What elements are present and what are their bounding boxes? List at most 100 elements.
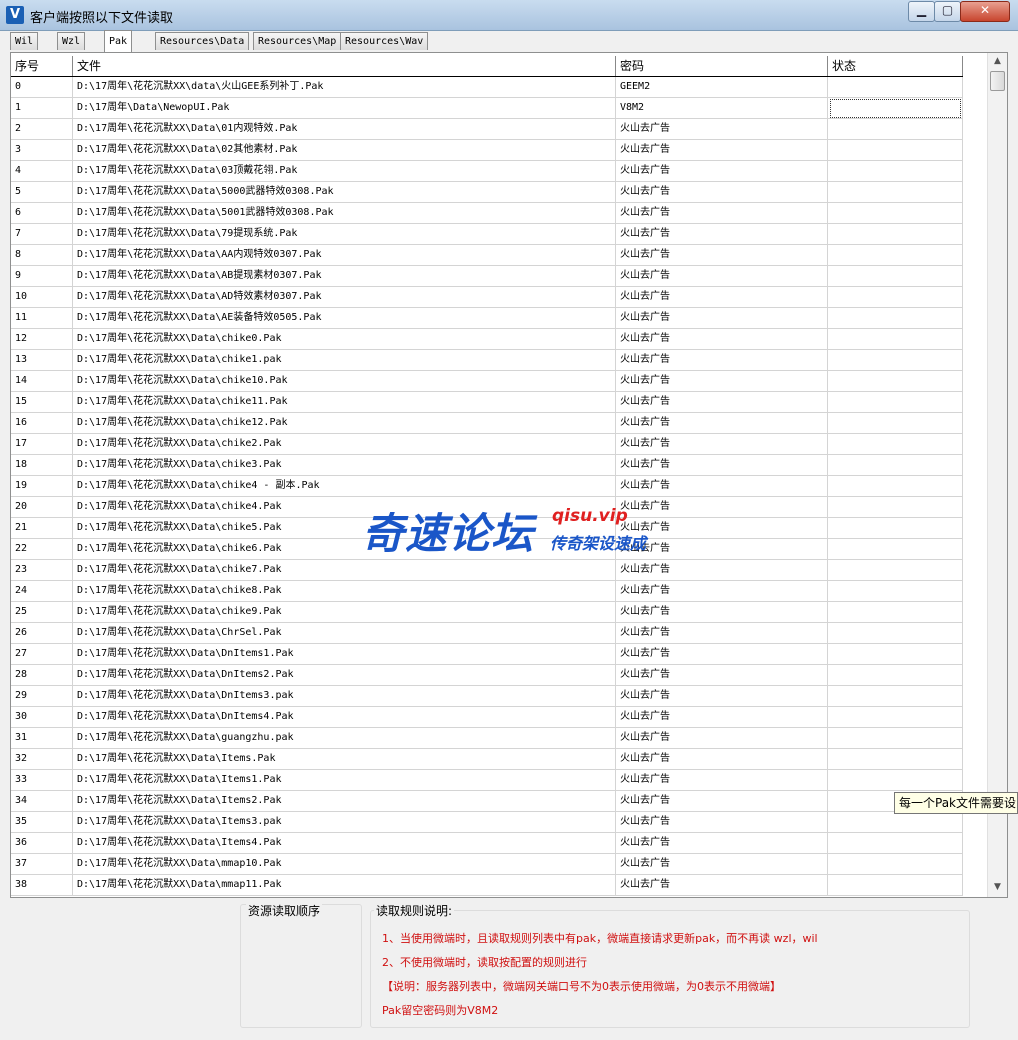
row-password[interactable]: 火山去广告	[616, 161, 828, 182]
column-header-status[interactable]: 状态	[828, 56, 963, 76]
table-row[interactable]: 37 D:\17周年\花花沉默XX\Data\mmap10.Pak 火山去广告	[11, 854, 963, 875]
row-status[interactable]	[828, 602, 963, 623]
row-file[interactable]: D:\17周年\花花沉默XX\Data\mmap10.Pak	[73, 854, 616, 875]
row-status[interactable]	[828, 308, 963, 329]
row-status[interactable]	[828, 245, 963, 266]
table-row[interactable]: 29 D:\17周年\花花沉默XX\Data\DnItems3.pak 火山去广告	[11, 686, 963, 707]
minimize-button[interactable]: ▁	[908, 1, 935, 22]
vertical-scrollbar[interactable]: ▲ ▼	[987, 53, 1007, 897]
row-index[interactable]: 3	[11, 140, 73, 161]
table-row[interactable]: 6 D:\17周年\花花沉默XX\Data\5001武器特效0308.Pak 火山去…	[11, 203, 963, 224]
row-file[interactable]: D:\17周年\花花沉默XX\Data\DnItems4.Pak	[73, 707, 616, 728]
table-row[interactable]: 4 D:\17周年\花花沉默XX\Data\03顶戴花翎.Pak 火山去广告	[11, 161, 963, 182]
row-file[interactable]: D:\17周年\Data\NewopUI.Pak	[73, 98, 616, 119]
table-row[interactable]: 32 D:\17周年\花花沉默XX\Data\Items.Pak 火山去广告	[11, 749, 963, 770]
row-status[interactable]	[828, 875, 963, 896]
table-row[interactable]: 30 D:\17周年\花花沉默XX\Data\DnItems4.Pak 火山去广告	[11, 707, 963, 728]
table-row[interactable]: 33 D:\17周年\花花沉默XX\Data\Items1.Pak 火山去广告	[11, 770, 963, 791]
row-status[interactable]	[828, 371, 963, 392]
row-file[interactable]: D:\17周年\花花沉默XX\Data\01内观特效.Pak	[73, 119, 616, 140]
row-index[interactable]: 5	[11, 182, 73, 203]
table-row[interactable]: 7 D:\17周年\花花沉默XX\Data\79提现系统.Pak 火山去广告	[11, 224, 963, 245]
row-index[interactable]: 1	[11, 98, 73, 119]
row-index[interactable]: 16	[11, 413, 73, 434]
row-status[interactable]	[828, 581, 963, 602]
row-status[interactable]	[828, 770, 963, 791]
row-status[interactable]	[828, 476, 963, 497]
row-index[interactable]: 18	[11, 455, 73, 476]
row-password[interactable]: 火山去广告	[616, 623, 828, 644]
row-status[interactable]	[828, 665, 963, 686]
table-row[interactable]: 18 D:\17周年\花花沉默XX\Data\chike3.Pak 火山去广告	[11, 455, 963, 476]
row-status[interactable]	[828, 392, 963, 413]
row-index[interactable]: 21	[11, 518, 73, 539]
table-row[interactable]: 25 D:\17周年\花花沉默XX\Data\chike9.Pak 火山去广告	[11, 602, 963, 623]
row-file[interactable]: D:\17周年\花花沉默XX\Data\chike10.Pak	[73, 371, 616, 392]
table-row[interactable]: 15 D:\17周年\花花沉默XX\Data\chike11.Pak 火山去广告	[11, 392, 963, 413]
status-edit-box[interactable]	[830, 99, 961, 118]
row-password[interactable]: GEEM2	[616, 77, 828, 98]
table-row[interactable]: 38 D:\17周年\花花沉默XX\Data\mmap11.Pak 火山去广告	[11, 875, 963, 896]
table-row[interactable]: 8 D:\17周年\花花沉默XX\Data\AA内观特效0307.Pak 火山去广告	[11, 245, 963, 266]
table-row[interactable]: 20 D:\17周年\花花沉默XX\Data\chike4.Pak 火山去广告	[11, 497, 963, 518]
row-status[interactable]	[828, 854, 963, 875]
table-row[interactable]: 21 D:\17周年\花花沉默XX\Data\chike5.Pak 火山去广告	[11, 518, 963, 539]
row-file[interactable]: D:\17周年\花花沉默XX\Data\DnItems1.Pak	[73, 644, 616, 665]
row-index[interactable]: 8	[11, 245, 73, 266]
row-file[interactable]: D:\17周年\花花沉默XX\Data\02其他素材.Pak	[73, 140, 616, 161]
table-row[interactable]: 36 D:\17周年\花花沉默XX\Data\Items4.Pak 火山去广告	[11, 833, 963, 854]
tab-5[interactable]: Resources\Wav	[340, 32, 429, 50]
row-index[interactable]: 34	[11, 791, 73, 812]
row-password[interactable]: 火山去广告	[616, 224, 828, 245]
close-button[interactable]: ✕	[960, 1, 1010, 22]
row-file[interactable]: D:\17周年\花花沉默XX\Data\Items.Pak	[73, 749, 616, 770]
table-row[interactable]: 12 D:\17周年\花花沉默XX\Data\chike0.Pak 火山去广告	[11, 329, 963, 350]
table-row[interactable]: 31 D:\17周年\花花沉默XX\Data\guangzhu.pak 火山去广告	[11, 728, 963, 749]
row-file[interactable]: D:\17周年\花花沉默XX\Data\AA内观特效0307.Pak	[73, 245, 616, 266]
row-password[interactable]: 火山去广告	[616, 581, 828, 602]
row-file[interactable]: D:\17周年\花花沉默XX\Data\79提现系统.Pak	[73, 224, 616, 245]
table-row[interactable]: 28 D:\17周年\花花沉默XX\Data\DnItems2.Pak 火山去广告	[11, 665, 963, 686]
row-file[interactable]: D:\17周年\花花沉默XX\Data\chike9.Pak	[73, 602, 616, 623]
row-password[interactable]: 火山去广告	[616, 560, 828, 581]
scroll-up-icon[interactable]: ▲	[988, 53, 1007, 70]
row-password[interactable]: 火山去广告	[616, 497, 828, 518]
row-password[interactable]: 火山去广告	[616, 392, 828, 413]
maximize-button[interactable]: ▢	[934, 1, 961, 22]
row-password[interactable]: 火山去广告	[616, 539, 828, 560]
row-status[interactable]	[828, 350, 963, 371]
row-index[interactable]: 15	[11, 392, 73, 413]
row-password[interactable]: 火山去广告	[616, 602, 828, 623]
table-row[interactable]: 5 D:\17周年\花花沉默XX\Data\5000武器特效0308.Pak 火山去…	[11, 182, 963, 203]
row-status[interactable]	[828, 77, 963, 98]
row-index[interactable]: 14	[11, 371, 73, 392]
row-index[interactable]: 37	[11, 854, 73, 875]
row-password[interactable]: 火山去广告	[616, 308, 828, 329]
row-status[interactable]	[828, 644, 963, 665]
table-row[interactable]: 17 D:\17周年\花花沉默XX\Data\chike2.Pak 火山去广告	[11, 434, 963, 455]
table-row[interactable]: 13 D:\17周年\花花沉默XX\Data\chike1.pak 火山去广告	[11, 350, 963, 371]
row-file[interactable]: D:\17周年\花花沉默XX\Data\chike4 - 副本.Pak	[73, 476, 616, 497]
row-status[interactable]	[828, 707, 963, 728]
row-file[interactable]: D:\17周年\花花沉默XX\Data\chike5.Pak	[73, 518, 616, 539]
table-row[interactable]: 35 D:\17周年\花花沉默XX\Data\Items3.pak 火山去广告	[11, 812, 963, 833]
row-password[interactable]: 火山去广告	[616, 875, 828, 896]
tab-1[interactable]: Wzl	[57, 32, 86, 50]
row-status[interactable]	[828, 98, 963, 119]
table-row[interactable]: 24 D:\17周年\花花沉默XX\Data\chike8.Pak 火山去广告	[11, 581, 963, 602]
row-password[interactable]: 火山去广告	[616, 686, 828, 707]
scroll-down-icon[interactable]: ▼	[988, 879, 1007, 896]
row-password[interactable]: 火山去广告	[616, 665, 828, 686]
row-index[interactable]: 22	[11, 539, 73, 560]
row-status[interactable]	[828, 686, 963, 707]
row-password[interactable]: 火山去广告	[616, 350, 828, 371]
row-file[interactable]: D:\17周年\花花沉默XX\Data\Items1.Pak	[73, 770, 616, 791]
row-file[interactable]: D:\17周年\花花沉默XX\data\火山GEE系列补丁.Pak	[73, 77, 616, 98]
tab-3[interactable]: Resources\Data	[155, 32, 250, 50]
scroll-thumb[interactable]	[990, 71, 1005, 91]
table-row[interactable]: 0 D:\17周年\花花沉默XX\data\火山GEE系列补丁.Pak GEEM2	[11, 77, 963, 98]
row-status[interactable]	[828, 266, 963, 287]
table-row[interactable]: 14 D:\17周年\花花沉默XX\Data\chike10.Pak 火山去广告	[11, 371, 963, 392]
row-status[interactable]	[828, 623, 963, 644]
row-password[interactable]: 火山去广告	[616, 812, 828, 833]
